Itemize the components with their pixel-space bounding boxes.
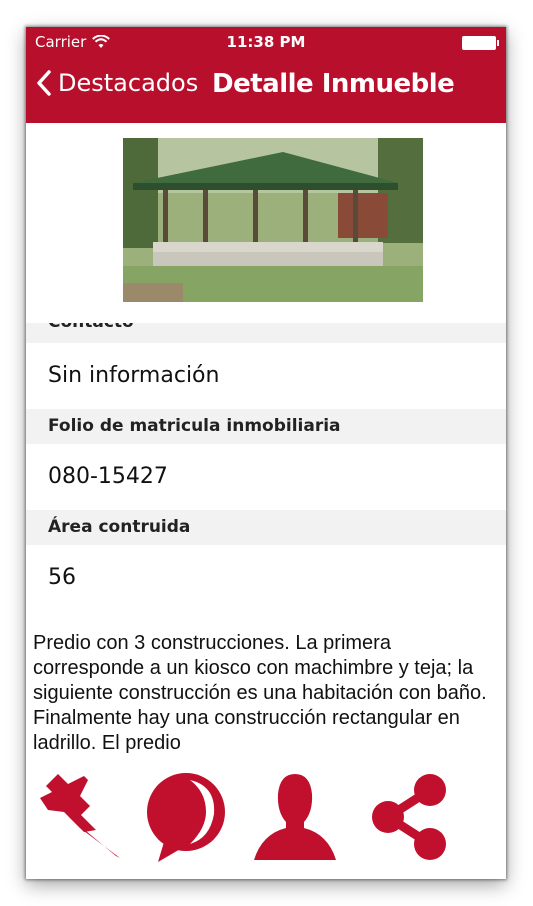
person-icon: [254, 774, 336, 860]
property-photo-illustration: [123, 138, 423, 302]
share-button[interactable]: [370, 772, 450, 862]
property-photo: [123, 138, 423, 302]
battery-icon: [462, 36, 499, 50]
phone-screen: Carrier 11:38 PM Destacados Detalle Inmu…: [26, 27, 506, 879]
chat-bubble-icon: [147, 773, 225, 862]
pin-icon: [40, 774, 120, 858]
section-header-contacto: Contacto: [26, 323, 506, 343]
chevron-left-icon: [37, 70, 51, 96]
page-title: Detalle Inmueble: [212, 69, 455, 99]
details-list: Contacto Sin información Folio de matric…: [26, 323, 506, 611]
section-header-area: Área contruida: [26, 510, 506, 545]
section-header-label: Contacto: [48, 323, 506, 340]
contact-button[interactable]: [252, 772, 338, 862]
section-value-contacto: Sin información: [26, 343, 506, 409]
back-label: Destacados: [58, 69, 199, 97]
section-header-folio: Folio de matricula inmobiliaria: [26, 409, 506, 444]
pin-button[interactable]: [38, 772, 122, 860]
section-value-folio: 080-15427: [26, 444, 506, 510]
navigation-bar: Destacados Detalle Inmueble: [26, 67, 506, 113]
chat-button[interactable]: [144, 772, 228, 864]
status-time: 11:38 PM: [226, 33, 306, 51]
status-bar: Carrier 11:38 PM: [26, 27, 506, 57]
action-bar: [26, 772, 506, 868]
back-button[interactable]: Destacados: [36, 69, 198, 97]
share-icon: [372, 774, 446, 860]
section-value-area: 56: [26, 545, 506, 611]
property-description: Predio con 3 construcciones. La primera …: [33, 632, 487, 754]
app-header: Carrier 11:38 PM Destacados Detalle Inmu…: [26, 27, 506, 123]
